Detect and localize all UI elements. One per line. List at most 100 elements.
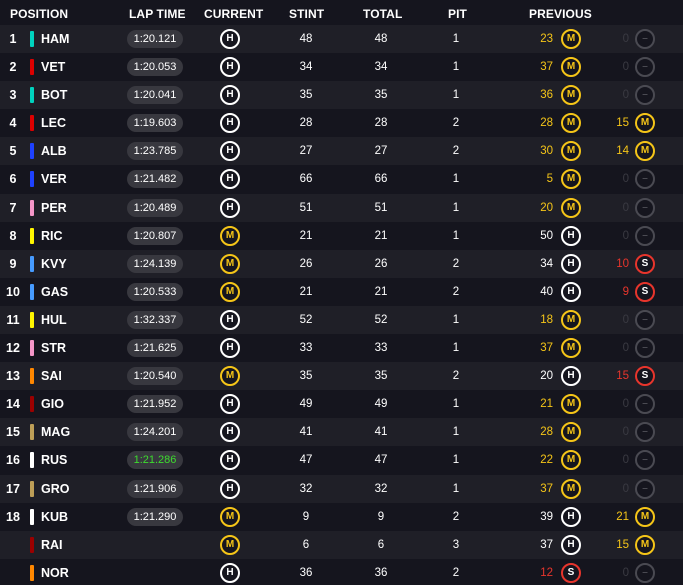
previous-tyre-2-icon: – <box>635 197 655 218</box>
table-row[interactable]: 9 KVY 1:24.139 M 26 26 2 34 H 10 S <box>0 249 683 278</box>
tyre-compound-letter: – <box>642 61 648 73</box>
tyre-compound-letter: M <box>225 538 235 550</box>
lap-time: 1:32.337 <box>127 310 183 329</box>
previous-tyre-1-icon: M <box>561 85 581 106</box>
tyre-compound-letter: H <box>567 229 575 241</box>
total-laps: 35 <box>374 370 388 383</box>
pit-stops: 1 <box>452 426 460 439</box>
total-laps: 26 <box>374 257 388 270</box>
table-row[interactable]: 11 HUL 1:32.337 H 52 52 1 18 M 0 – <box>0 305 683 335</box>
team-color-bar <box>30 199 34 216</box>
team-color-bar <box>30 368 34 385</box>
tyre-compound-letter: M <box>566 482 576 494</box>
pit-stops: 1 <box>452 398 460 411</box>
table-row[interactable]: 13 SAI 1:20.540 M 35 35 2 20 H 15 S <box>0 362 683 391</box>
current-tyre-icon: M <box>220 366 240 387</box>
table-row[interactable]: 15 MAG 1:24.201 H 41 41 1 28 M 0 – <box>0 418 683 447</box>
driver-code: NOR <box>41 565 69 580</box>
previous-stint-1-laps: 28 <box>540 117 553 130</box>
team-color-bar <box>30 171 34 188</box>
table-row[interactable]: 6 VER 1:21.482 H 66 66 1 5 M 0 – <box>0 165 683 194</box>
lap-time: 1:24.139 <box>127 254 183 273</box>
tyre-compound-letter: H <box>226 454 234 466</box>
previous-tyre-1-icon: M <box>561 57 581 78</box>
previous-tyre-1-icon: M <box>561 450 581 471</box>
header-position: POSITION <box>10 7 69 21</box>
previous-tyre-1-icon: M <box>561 197 581 218</box>
previous-stint-1-laps: 37 <box>540 61 553 74</box>
table-row[interactable]: 16 RUS 1:21.286 H 47 47 1 22 M 0 – <box>0 446 683 475</box>
previous-stint-1-laps: 20 <box>540 201 553 214</box>
table-row[interactable]: 14 GIO 1:21.952 H 49 49 1 21 M 0 – <box>0 390 683 419</box>
driver-position: 13 <box>6 369 20 384</box>
driver-position: 10 <box>6 284 20 299</box>
previous-tyre-2-icon: M <box>635 506 655 527</box>
previous-tyre-2-icon: – <box>635 309 655 330</box>
table-row[interactable]: 7 PER 1:20.489 H 51 51 1 20 M 0 – <box>0 193 683 222</box>
team-color-bar <box>30 283 34 300</box>
previous-stint-1-laps: 37 <box>540 538 553 551</box>
driver-code: HUL <box>41 312 67 327</box>
tyre-compound-letter: – <box>642 201 648 213</box>
tyre-compound-letter: M <box>225 510 235 522</box>
stint-laps: 34 <box>299 61 313 74</box>
tyre-compound-letter: M <box>640 117 650 129</box>
table-row[interactable]: 4 LEC 1:19.603 H 28 28 2 28 M 15 M <box>0 109 683 138</box>
table-row[interactable]: RAI M 6 6 3 37 H 15 M <box>0 530 683 559</box>
tyre-compound-letter: S <box>567 566 575 578</box>
previous-tyre-2-icon: – <box>635 562 655 583</box>
pit-stops: 1 <box>452 201 460 214</box>
table-row[interactable]: NOR H 36 36 2 12 S 0 – <box>0 558 683 585</box>
total-laps: 47 <box>374 454 388 467</box>
stint-laps: 32 <box>299 482 313 495</box>
table-row[interactable]: 10 GAS 1:20.533 M 21 21 2 40 H 9 S <box>0 277 683 306</box>
stint-laps: 52 <box>299 313 313 326</box>
previous-tyre-1-icon: M <box>561 169 581 190</box>
table-row[interactable]: 5 ALB 1:23.785 H 27 27 2 30 M 14 M <box>0 137 683 166</box>
pit-stops: 2 <box>452 370 460 383</box>
tyre-compound-letter: M <box>566 33 576 44</box>
tyre-compound-letter: M <box>566 426 576 438</box>
lap-time: 1:24.201 <box>127 423 183 442</box>
table-row[interactable]: 17 GRO 1:21.906 H 32 32 1 37 M 0 – <box>0 474 683 503</box>
team-color-bar <box>30 59 34 76</box>
stint-laps: 41 <box>299 426 313 439</box>
previous-tyre-1-icon: M <box>561 113 581 134</box>
stint-laps: 26 <box>299 257 313 270</box>
total-laps: 33 <box>374 342 388 355</box>
table-row[interactable]: 8 RIC 1:20.807 M 21 21 1 50 H 0 – <box>0 221 683 250</box>
table-row[interactable]: 1 HAM 1:20.121 H 48 48 1 23 M 0 – <box>0 25 683 54</box>
table-row[interactable]: 3 BOT 1:20.041 H 35 35 1 36 M 0 – <box>0 81 683 110</box>
pit-stops: 2 <box>452 145 460 158</box>
driver-code: GAS <box>41 284 69 299</box>
pit-stops: 1 <box>452 33 460 45</box>
pit-stops: 1 <box>452 454 460 467</box>
previous-tyre-2-icon: S <box>635 281 655 302</box>
previous-tyre-1-icon: H <box>561 534 581 555</box>
tyre-compound-letter: M <box>566 342 576 354</box>
tyre-compound-letter: H <box>226 117 234 129</box>
tyre-compound-letter: H <box>226 33 234 44</box>
driver-code: MAG <box>41 425 71 440</box>
pit-stops: 1 <box>452 342 460 355</box>
current-tyre-icon: M <box>220 281 240 302</box>
team-color-bar <box>30 255 34 272</box>
team-color-bar <box>30 424 34 441</box>
stint-laps: 35 <box>299 89 313 102</box>
previous-tyre-2-icon: M <box>635 113 655 134</box>
tyre-compound-letter: – <box>642 89 648 101</box>
driver-position: 11 <box>6 312 20 327</box>
team-color-bar <box>30 311 34 328</box>
previous-tyre-1-icon: S <box>561 562 581 583</box>
header-previous: PREVIOUS <box>529 7 592 21</box>
tyre-compound-letter: H <box>226 342 234 354</box>
current-tyre-icon: H <box>220 562 240 583</box>
lap-time: 1:20.053 <box>127 58 183 77</box>
table-row[interactable]: 18 KUB 1:21.290 M 9 9 2 39 H 21 M <box>0 502 683 531</box>
table-row[interactable]: 2 VET 1:20.053 H 34 34 1 37 M 0 – <box>0 53 683 82</box>
team-color-bar <box>30 480 34 497</box>
previous-stint-1-laps: 23 <box>540 33 553 45</box>
pit-stops: 1 <box>452 173 460 186</box>
driver-position: 2 <box>9 60 17 75</box>
table-row[interactable]: 12 STR 1:21.625 H 33 33 1 37 M 0 – <box>0 334 683 363</box>
